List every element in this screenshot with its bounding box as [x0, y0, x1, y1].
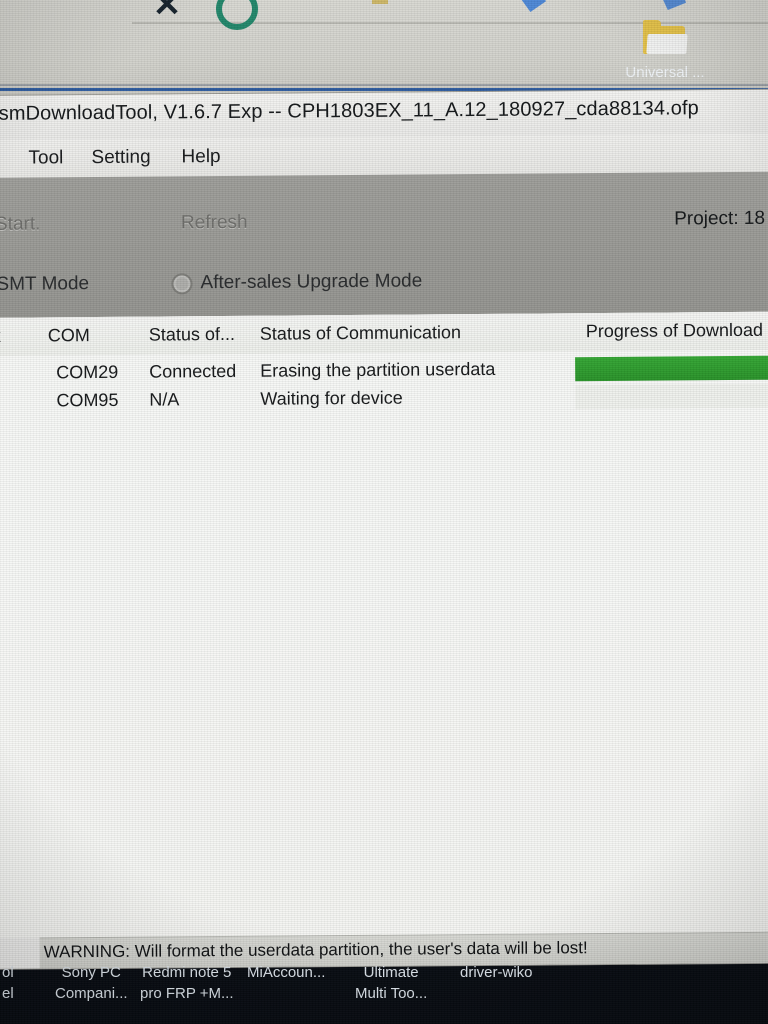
blue-shape-icon-1 [520, 0, 546, 12]
desktop-icon-label-line2: pro FRP +M... [140, 985, 234, 1002]
mode-radio-group: SMT Mode After-sales Upgrade Mode [0, 268, 768, 308]
cell-com: COM29 [56, 361, 119, 383]
warning-text: WARNING: Will format the userdata partit… [43, 938, 588, 962]
desktop-shortcut-label: Universal ... [625, 64, 705, 81]
desktop-shortcut-universal[interactable]: Universal ... [605, 20, 725, 96]
yellow-square-icon [372, 0, 388, 4]
refresh-button[interactable]: Refresh [181, 212, 248, 235]
desktop-icon-clipped-1[interactable]: ol el [2, 962, 14, 1004]
cell-status-comm: Erasing the partition userdata [260, 358, 496, 381]
device-table: dex COM Status of... Status of Communica… [0, 311, 768, 969]
column-header-status-of[interactable]: Status of... [149, 324, 235, 346]
desktop-icon-driver-wiko[interactable]: driver-wiko [460, 962, 533, 983]
desktop-icon-label-line2: Multi Too... [355, 985, 428, 1002]
desktop-icon-row: Sony PC Compani... Redmi note 5 pro FRP … [0, 962, 768, 1024]
desktop-icon-label-line2: Compani... [55, 985, 128, 1002]
screen-photo: ✕ Universal ... un lsmDownloadTool, V1.6… [0, 0, 768, 1024]
desktop-icon-label-line1: MiAccoun... [247, 964, 326, 981]
project-label: Project: 18 [674, 207, 766, 230]
radio-after-sales-mode[interactable]: After-sales Upgrade Mode [171, 270, 422, 294]
start-button[interactable]: Start. [0, 213, 41, 235]
menu-bar: Tool Setting Help [0, 133, 768, 178]
circle-ring-icon[interactable] [216, 0, 258, 30]
close-x-icon[interactable]: ✕ [150, 0, 184, 22]
desktop-icon-ultimate-multi-tool[interactable]: Ultimate Multi Too... [355, 962, 427, 1004]
radio-label-smt: SMT Mode [0, 273, 90, 295]
progress-track [575, 355, 768, 382]
desktop-icon-label-line1: Redmi note 5 [142, 964, 232, 981]
desktop-icon-label-line1: ol [2, 964, 14, 981]
cell-status-of: N/A [149, 389, 180, 410]
window-title: lsmDownloadTool, V1.6.7 Exp -- CPH1803EX… [0, 97, 699, 125]
msm-download-tool-window: lsmDownloadTool, V1.6.7 Exp -- CPH1803EX… [0, 89, 768, 969]
table-body: COM29 Connected Erasing the partition us… [0, 349, 768, 938]
folder-icon [643, 20, 688, 56]
desktop-icon-sony-pc[interactable]: Sony PC Compani... [55, 962, 128, 1004]
cell-status-comm: Waiting for device [260, 387, 403, 409]
table-row[interactable]: COM95 N/A Waiting for device [0, 382, 768, 416]
blue-shape-icon-2 [660, 0, 686, 10]
column-header-com[interactable]: COM [48, 325, 90, 346]
window-titlebar: lsmDownloadTool, V1.6.7 Exp -- CPH1803EX… [0, 89, 768, 140]
column-header-progress[interactable]: Progress of Download [586, 320, 763, 342]
cell-status-of: Connected [149, 360, 237, 382]
cell-com: COM95 [56, 389, 119, 411]
column-header-status-comm[interactable]: Status of Communication [260, 322, 461, 345]
radio-label-after-sales: After-sales Upgrade Mode [200, 270, 423, 294]
desktop-icon-label-line2: el [2, 985, 14, 1002]
toolbar: Start. Refresh Project: 18 SMT Mode Afte… [0, 171, 768, 318]
menu-item-tool[interactable]: Tool [24, 146, 67, 170]
menu-item-help[interactable]: Help [177, 145, 224, 169]
progress-fill [575, 355, 768, 382]
progress-track [575, 383, 768, 410]
desktop-icon-redmi-note-5[interactable]: Redmi note 5 pro FRP +M... [140, 962, 234, 1004]
desktop-icon-label-line1: Sony PC [61, 964, 121, 981]
menu-item-setting[interactable]: Setting [87, 146, 154, 171]
radio-smt-mode[interactable]: SMT Mode [0, 273, 89, 296]
desktop-icon-miaccount[interactable]: MiAccoun... [247, 962, 325, 983]
desktop-icon-label-line1: Ultimate [363, 964, 419, 981]
column-header-index[interactable]: dex [0, 326, 1, 347]
radio-icon-after-sales [171, 272, 193, 294]
desktop-icon-label-line1: driver-wiko [460, 964, 533, 981]
